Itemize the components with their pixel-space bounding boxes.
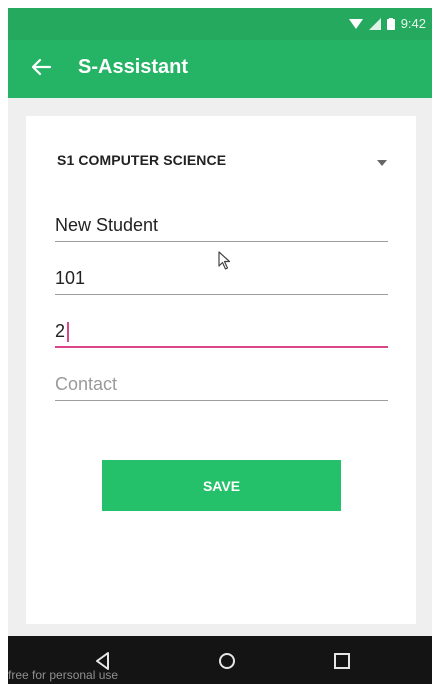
contact-field[interactable]: Contact — [55, 367, 388, 401]
wifi-icon — [348, 18, 363, 29]
app-title: S-Assistant — [78, 56, 189, 78]
class-dropdown-value: S1 COMPUTER SCIENCE — [57, 152, 227, 168]
status-icons: 9:42 — [348, 16, 426, 31]
third-field[interactable]: 2 — [55, 314, 388, 348]
navigation-bar: free for personal use — [8, 636, 432, 684]
watermark-text: free for personal use — [8, 668, 119, 682]
mouse-pointer-icon — [218, 251, 231, 270]
contact-field-underline — [55, 400, 388, 401]
name-field[interactable]: New Student — [55, 208, 388, 242]
battery-icon — [386, 17, 395, 30]
phone-screen: 9:42 S-Assistant S1 COMPUTER SCIENCE New… — [8, 8, 432, 684]
roll-number-underline — [55, 294, 388, 295]
roll-number-value: 101 — [55, 268, 86, 288]
class-dropdown[interactable]: S1 COMPUTER SCIENCE — [57, 152, 387, 176]
arrow-back-icon[interactable] — [30, 56, 52, 78]
app-bar: S-Assistant — [8, 40, 432, 98]
chevron-down-icon — [377, 160, 387, 166]
text-cursor — [67, 322, 69, 342]
name-field-value: New Student — [55, 215, 159, 235]
status-time: 9:42 — [400, 16, 426, 31]
home-nav-icon[interactable] — [216, 650, 238, 672]
save-button[interactable]: SAVE — [102, 460, 341, 511]
third-field-underline — [55, 346, 388, 348]
third-field-value: 2 — [55, 321, 66, 341]
recents-nav-icon[interactable] — [331, 650, 353, 672]
name-field-underline — [55, 241, 388, 242]
contact-placeholder: Contact — [55, 374, 118, 394]
form-card: S1 COMPUTER SCIENCE New Student 101 2 Co… — [26, 116, 416, 624]
signal-icon — [368, 17, 381, 30]
status-bar: 9:42 — [8, 8, 432, 40]
